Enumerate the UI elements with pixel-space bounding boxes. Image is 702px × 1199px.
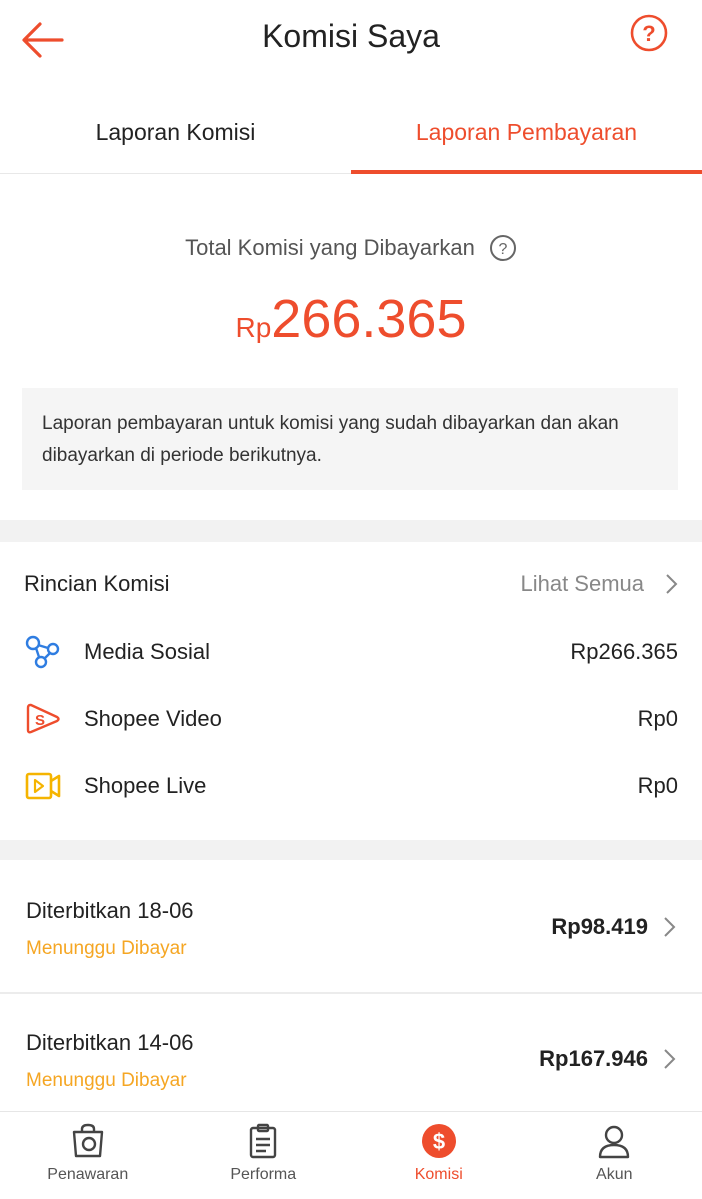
payout-item[interactable]: Diterbitkan 14-06 Menunggu Dibayar Rp167…: [0, 994, 702, 1124]
svg-text:?: ?: [642, 21, 655, 46]
payout-title: Diterbitkan 18-06: [26, 898, 194, 923]
offer-bag-icon: [72, 1123, 103, 1158]
info-notice: Laporan pembayaran untuk komisi yang sud…: [22, 388, 678, 490]
nav-akun[interactable]: Akun: [527, 1112, 702, 1199]
report-tabs: Laporan Komisi Laporan Pembayaran: [0, 92, 702, 174]
nav-label: Performa: [230, 1166, 297, 1183]
payout-amount: Rp167.946: [539, 1046, 648, 1071]
svg-text:$: $: [433, 1129, 445, 1154]
social-media-icon: [25, 635, 60, 669]
row-label: Shopee Live: [84, 773, 207, 798]
nav-label: Akun: [596, 1166, 633, 1183]
shopee-video-icon: S: [26, 703, 60, 734]
clipboard-icon: [250, 1123, 277, 1159]
shopee-live-icon: [25, 772, 61, 800]
nav-komisi[interactable]: $ Komisi: [351, 1112, 527, 1199]
nav-performa[interactable]: Performa: [176, 1112, 352, 1199]
payout-title: Diterbitkan 14-06: [26, 1030, 194, 1055]
app-header: Komisi Saya ?: [0, 0, 702, 80]
chevron-right-icon: [666, 574, 678, 594]
chevron-right-icon: [664, 1049, 676, 1069]
total-commission-amount: Rp266.365: [0, 288, 702, 350]
row-amount: Rp266.365: [570, 639, 678, 664]
total-commission-label: Total Komisi yang Dibayarkan ?: [0, 234, 702, 262]
tab-laporan-pembayaran[interactable]: Laporan Pembayaran: [351, 92, 702, 174]
see-all-link[interactable]: Lihat Semua: [520, 571, 678, 597]
chevron-right-icon: [664, 917, 676, 937]
page-title: Komisi Saya: [262, 18, 440, 54]
commission-row-shopee-live[interactable]: Shopee Live Rp0: [24, 766, 678, 806]
section-divider: [0, 520, 702, 542]
row-label: Media Sosial: [84, 639, 210, 664]
see-all-label: Lihat Semua: [520, 571, 644, 596]
total-currency: Rp: [235, 312, 272, 343]
row-amount: Rp0: [637, 773, 678, 798]
section-divider: [0, 840, 702, 860]
total-value: 266.365: [271, 289, 467, 349]
info-question-icon[interactable]: ?: [489, 234, 517, 262]
payout-status: Menunggu Dibayar: [26, 938, 187, 959]
row-label: Shopee Video: [84, 706, 222, 731]
svg-text:S: S: [35, 712, 45, 729]
rincian-title: Rincian Komisi: [24, 571, 170, 596]
total-label-text: Total Komisi yang Dibayarkan: [185, 235, 475, 260]
svg-text:?: ?: [498, 241, 507, 258]
row-amount: Rp0: [637, 706, 678, 731]
nav-penawaran[interactable]: Penawaran: [0, 1112, 176, 1199]
help-icon[interactable]: ?: [630, 14, 668, 52]
commission-row-shopee-video[interactable]: S Shopee Video Rp0: [24, 699, 678, 739]
payout-amount: Rp98.419: [551, 914, 648, 939]
bottom-nav: Penawaran Performa $ Komisi Akun: [0, 1111, 702, 1199]
nav-label: Komisi: [414, 1166, 463, 1183]
payout-status: Menunggu Dibayar: [26, 1070, 187, 1091]
nav-label: Penawaran: [47, 1166, 129, 1183]
user-icon: [599, 1125, 630, 1159]
payout-item[interactable]: Diterbitkan 18-06 Menunggu Dibayar Rp98.…: [0, 862, 702, 992]
tab-laporan-komisi[interactable]: Laporan Komisi: [0, 92, 351, 173]
dollar-icon: $: [421, 1124, 456, 1158]
commission-row-media-sosial[interactable]: Media Sosial Rp266.365: [24, 632, 678, 672]
